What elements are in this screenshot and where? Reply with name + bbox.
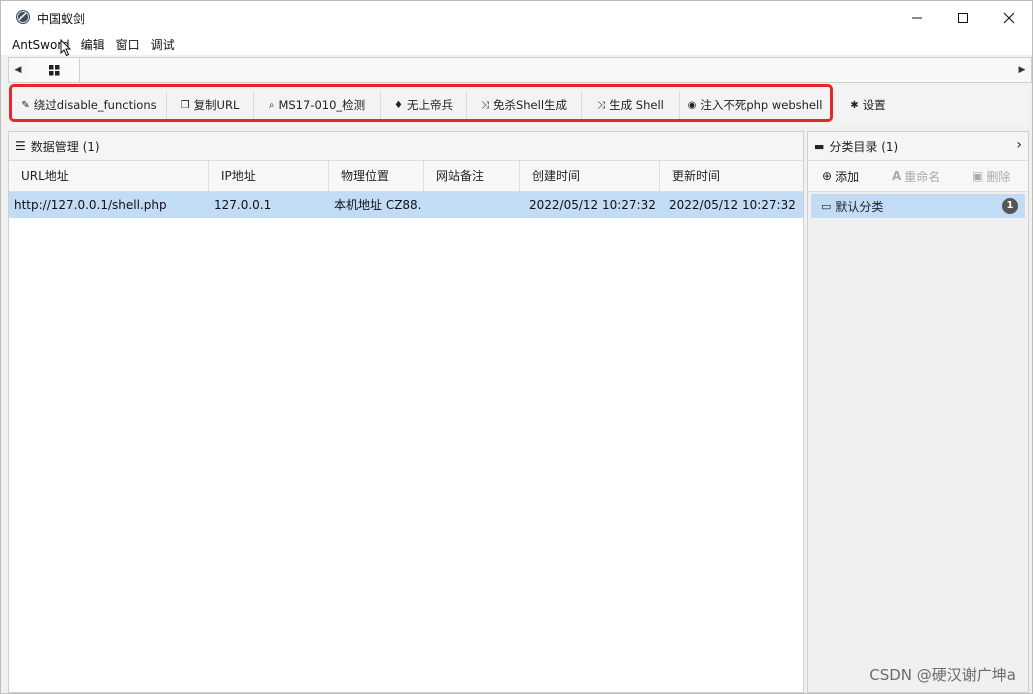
chevron-left-icon: ◀ <box>14 65 22 75</box>
folder-icon: ▬ <box>814 139 825 153</box>
mouse-cursor-icon <box>60 39 72 57</box>
menu-edit[interactable]: 编辑 <box>81 36 105 53</box>
font-icon: A <box>892 169 902 183</box>
table-row[interactable]: http://127.0.0.1/shell.php 127.0.0.1 本机地… <box>9 192 803 218</box>
sword-icon: ♦ <box>394 99 403 111</box>
title-bar: 中国蚁剑 <box>1 1 1032 34</box>
tab-home[interactable] <box>29 58 80 82</box>
tab-scroll-left-button[interactable]: ◀ <box>9 58 27 82</box>
data-panel-header: ☰ 数据管理 (1) <box>9 132 803 161</box>
cell-ip: 127.0.0.1 <box>214 198 272 212</box>
trash-icon: ▣ <box>972 169 984 183</box>
rename-category-button[interactable]: A 重命名 <box>892 161 940 191</box>
column-updated[interactable]: 更新时间 <box>660 161 803 191</box>
grid-icon <box>48 64 59 75</box>
category-panel: ▬ 分类目录 (1) › ⊕ 添加 A 重命名 ▣ 删除 ▭ 默认分类 1 <box>807 131 1029 693</box>
column-note[interactable]: 网站备注 <box>424 161 520 191</box>
category-panel-title: 分类目录 (1) <box>829 139 899 154</box>
cell-created: 2022/05/12 10:27:32 <box>529 198 656 212</box>
minimize-icon <box>912 17 922 18</box>
cell-note <box>424 192 520 218</box>
copy-url-button[interactable]: ❐ 复制URL <box>167 91 254 119</box>
chevron-right-icon[interactable]: › <box>1016 137 1022 153</box>
gear-icon: ✱ <box>850 99 859 111</box>
delete-category-button[interactable]: ▣ 删除 <box>972 161 1010 191</box>
menu-debug[interactable]: 调试 <box>151 36 175 53</box>
antsword-logo-icon <box>16 10 30 24</box>
copy-icon: ❐ <box>180 99 190 111</box>
cell-location: 本机地址 CZ88. <box>334 198 422 212</box>
bypass-disable-functions-button[interactable]: ✎ 绕过disable_functions <box>12 91 167 119</box>
column-location[interactable]: 物理位置 <box>329 161 424 191</box>
window-title: 中国蚁剑 <box>37 12 86 26</box>
ms17-010-check-button[interactable]: ⌕ MS17-010_检测 <box>254 91 381 119</box>
category-toolbar: ⊕ 添加 A 重命名 ▣ 删除 <box>808 161 1028 192</box>
plug-icon: ✎ <box>21 99 30 111</box>
settings-button[interactable]: ✱ 设置 <box>842 91 894 119</box>
column-url[interactable]: URL地址 <box>9 161 209 191</box>
list-icon: ☰ <box>15 139 26 153</box>
column-created[interactable]: 创建时间 <box>520 161 660 191</box>
fud-shell-generate-button[interactable]: ⤨ 免杀Shell生成 <box>467 91 582 119</box>
search-icon: ⌕ <box>268 99 275 111</box>
maximize-button[interactable] <box>940 1 986 34</box>
shuffle-icon: ⤨ <box>480 99 489 111</box>
generate-shell-button[interactable]: ⤨ 生成 Shell <box>582 91 680 119</box>
god-weapon-button[interactable]: ♦ 无上帝兵 <box>381 91 467 119</box>
add-category-button[interactable]: ⊕ 添加 <box>822 161 859 191</box>
category-count-badge: 1 <box>1002 198 1018 214</box>
menu-window[interactable]: 窗口 <box>116 36 140 53</box>
menu-bar: AntSword 编辑 窗口 调试 <box>1 34 1032 55</box>
shuffle-icon: ⤨ <box>597 99 606 111</box>
inject-immortal-webshell-button[interactable]: ◉ 注入不死php webshell <box>680 91 830 119</box>
data-management-panel: ☰ 数据管理 (1) URL地址 IP地址 物理位置 网站备注 创建时间 更新时… <box>8 131 804 693</box>
add-icon: ⊕ <box>822 169 833 183</box>
plugin-toolbar: ✎ 绕过disable_functions ❐ 复制URL ⌕ MS17-010… <box>8 84 1030 127</box>
chevron-right-icon: ▶ <box>1018 65 1026 75</box>
cell-url: http://127.0.0.1/shell.php <box>14 198 167 212</box>
table-header: URL地址 IP地址 物理位置 网站备注 创建时间 更新时间 <box>9 161 803 192</box>
watermark-text: CSDN @硬汉谢广坤a <box>869 666 1016 684</box>
tab-scroll-right-button[interactable]: ▶ <box>1013 58 1031 82</box>
tab-strip: ◀ ▶ <box>8 57 1032 83</box>
eye-icon: ◉ <box>687 99 697 111</box>
close-icon <box>1003 12 1015 23</box>
category-item-default[interactable]: ▭ 默认分类 1 <box>811 194 1025 218</box>
folder-open-icon: ▭ <box>821 199 832 213</box>
close-button[interactable] <box>986 1 1032 34</box>
data-panel-title: 数据管理 (1) <box>30 139 100 154</box>
category-item-label: 默认分类 <box>835 199 884 214</box>
cell-updated: 2022/05/12 10:27:32 <box>669 198 796 212</box>
maximize-icon <box>958 12 968 23</box>
minimize-button[interactable] <box>894 1 940 34</box>
category-panel-header: ▬ 分类目录 (1) › <box>808 132 1028 161</box>
app-window: 中国蚁剑 AntSword 编辑 窗口 调试 ◀ ▶ ✎ 绕过disable_f… <box>0 0 1033 694</box>
column-ip[interactable]: IP地址 <box>209 161 329 191</box>
